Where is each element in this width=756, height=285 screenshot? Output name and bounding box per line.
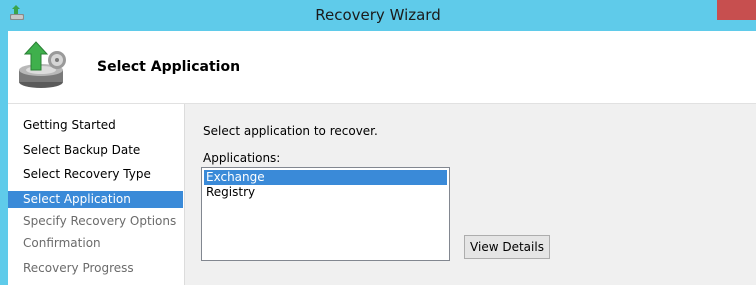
view-details-button[interactable]: View Details bbox=[464, 235, 550, 259]
list-item-registry[interactable]: Registry bbox=[204, 185, 447, 200]
wizard-header: Select Application bbox=[8, 31, 756, 103]
instruction-text: Select application to recover. bbox=[203, 124, 378, 138]
page-title: Select Application bbox=[97, 59, 241, 75]
wizard-content: Select application to recover. Applicati… bbox=[185, 104, 756, 285]
applications-listbox[interactable]: Exchange Registry bbox=[201, 167, 450, 261]
step-select-recovery-type[interactable]: Select Recovery Type bbox=[8, 166, 183, 183]
step-recovery-progress: Recovery Progress bbox=[23, 261, 134, 275]
wizard-steps-sidebar: Getting Started Select Backup Date Selec… bbox=[8, 104, 184, 285]
step-select-backup-date[interactable]: Select Backup Date bbox=[8, 142, 183, 159]
step-specify-recovery-options: Specify Recovery Options bbox=[23, 214, 177, 228]
backup-drive-icon bbox=[19, 41, 66, 88]
step-select-application[interactable]: Select Application bbox=[8, 191, 183, 208]
recovery-wizard-window: Recovery Wizard Select Application Getti… bbox=[0, 0, 756, 285]
close-button[interactable] bbox=[717, 0, 756, 20]
window-title: Recovery Wizard bbox=[315, 6, 441, 24]
title-bar[interactable]: Recovery Wizard bbox=[0, 0, 756, 31]
applications-label: Applications: bbox=[203, 151, 281, 165]
step-confirmation: Confirmation bbox=[23, 236, 101, 250]
list-item-exchange[interactable]: Exchange bbox=[204, 170, 447, 185]
step-getting-started[interactable]: Getting Started bbox=[8, 117, 183, 134]
